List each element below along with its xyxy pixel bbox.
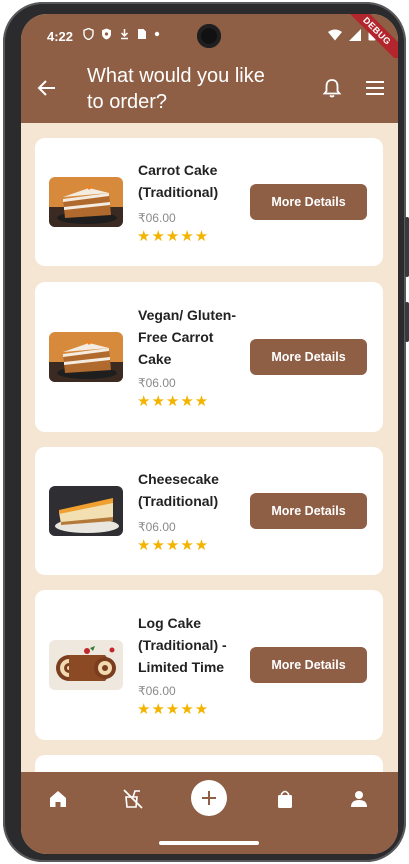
shield-filled-icon	[102, 28, 111, 40]
rating-stars: ★★★★★	[137, 393, 210, 410]
product-list[interactable]: Carrot Cake (Traditional) ₹06.00 ★★★★★ M…	[21, 123, 398, 772]
power-button	[405, 302, 409, 342]
more-details-button[interactable]: More Details	[250, 184, 367, 220]
product-card[interactable]	[35, 755, 383, 772]
product-price: ₹06.00	[138, 211, 176, 225]
app-screen: 4:22 DEBUG What would you like to order?	[21, 14, 398, 854]
product-name: Cheesecake (Traditional)	[138, 471, 219, 509]
phone-frame: 4:22 DEBUG What would you like to order?	[3, 2, 409, 862]
product-name: Log Cake (Traditional) - Limited Time	[138, 615, 227, 675]
product-name: Carrot Cake (Traditional)	[138, 162, 219, 200]
status-left-icons	[83, 28, 160, 40]
back-arrow-icon[interactable]	[37, 78, 57, 98]
more-details-button[interactable]: More Details	[250, 339, 367, 375]
add-icon	[202, 791, 216, 805]
signal-icon	[349, 28, 361, 41]
wifi-icon	[328, 29, 342, 40]
home-icon[interactable]	[47, 788, 69, 810]
volume-button	[405, 217, 409, 277]
dot-icon	[154, 31, 160, 37]
product-name: Vegan/ Gluten-Free Carrot Cake	[138, 307, 237, 367]
bell-icon[interactable]	[321, 77, 343, 99]
hamburger-menu-icon[interactable]	[365, 79, 385, 97]
product-card[interactable]: Vegan/ Gluten-Free Carrot Cake ₹06.00 ★★…	[35, 282, 383, 432]
more-details-button[interactable]: More Details	[250, 647, 367, 683]
product-card[interactable]: Log Cake (Traditional) - Limited Time ₹0…	[35, 590, 383, 740]
product-price: ₹06.00	[138, 376, 176, 390]
front-camera	[197, 24, 221, 48]
rating-stars: ★★★★★	[137, 701, 210, 718]
app-bar: What would you like to order?	[21, 58, 398, 123]
status-time: 4:22	[47, 29, 74, 44]
product-card[interactable]: Carrot Cake (Traditional) ₹06.00 ★★★★★ M…	[35, 138, 383, 266]
product-price: ₹06.00	[138, 684, 176, 698]
page-title: What would you like to order?	[87, 65, 265, 113]
bottom-navigation	[21, 772, 398, 854]
rating-stars: ★★★★★	[137, 537, 210, 554]
sim-icon	[138, 29, 146, 39]
product-image-cheesecake	[49, 486, 123, 536]
shield-icon	[83, 28, 94, 40]
more-details-button[interactable]: More Details	[250, 493, 367, 529]
shopping-bag-icon[interactable]	[274, 788, 296, 810]
add-button[interactable]	[191, 780, 227, 816]
product-image-carrot-cake	[49, 332, 123, 382]
product-image-log-cake	[49, 640, 123, 690]
product-price: ₹06.00	[138, 520, 176, 534]
product-image-carrot-cake	[49, 177, 123, 227]
no-food-icon[interactable]	[122, 788, 144, 810]
home-indicator[interactable]	[159, 841, 259, 845]
status-bar: 4:22 DEBUG	[21, 14, 398, 68]
product-card[interactable]: Cheesecake (Traditional) ₹06.00 ★★★★★ Mo…	[35, 447, 383, 575]
download-icon	[120, 29, 129, 40]
rating-stars: ★★★★★	[137, 228, 210, 245]
person-icon[interactable]	[348, 788, 370, 810]
